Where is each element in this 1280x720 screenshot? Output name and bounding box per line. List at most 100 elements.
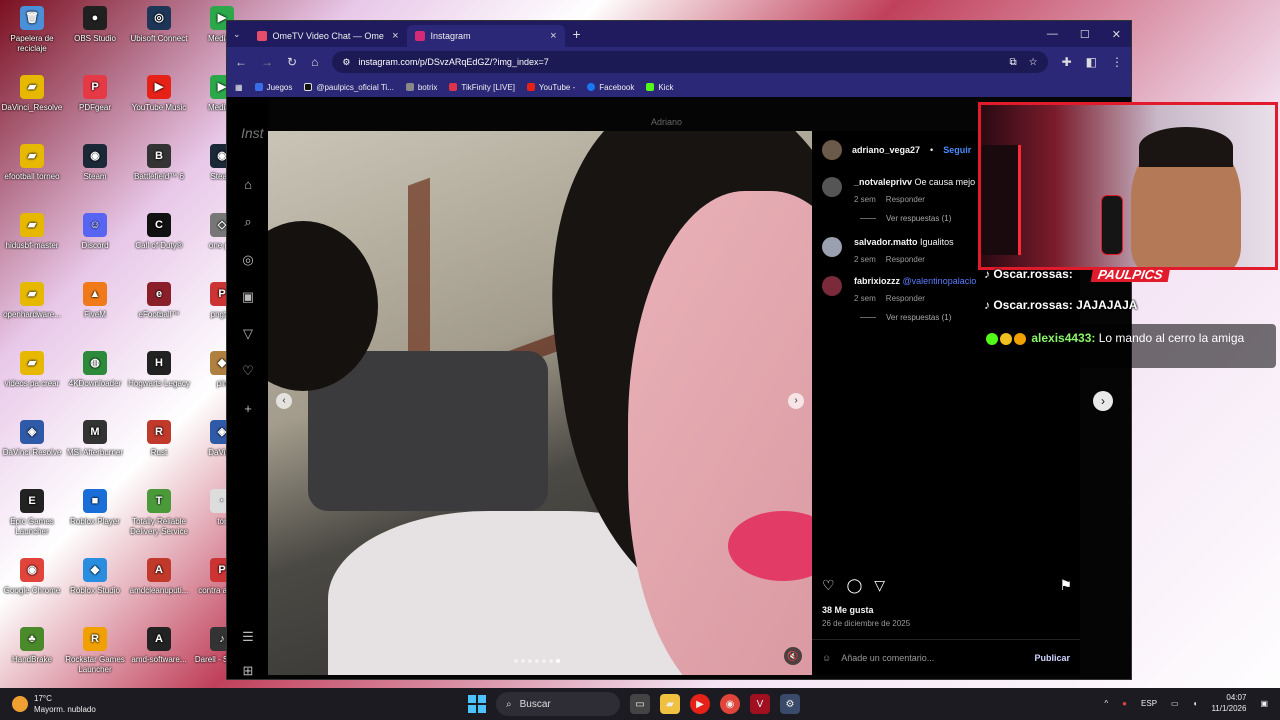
site-info-icon[interactable]: ⚙ (342, 57, 350, 68)
menu-icon[interactable]: ⋮ (1111, 55, 1123, 69)
home-icon[interactable]: ⌂ (240, 177, 256, 193)
desktop-icon[interactable]: B Battlefield™ 6 (127, 144, 191, 182)
author-username[interactable]: adriano_vega27 (852, 145, 920, 155)
desktop-icon[interactable]: ▲ FiveM (63, 282, 127, 320)
address-bar[interactable]: ⚙ instagram.com/p/DSvzARqEdGZ/?img_index… (332, 51, 1048, 73)
explore-icon[interactable]: ◎ (240, 252, 256, 268)
comment-input[interactable]: Añade un comentario... (841, 653, 934, 663)
mute-icon[interactable]: 🔇 (784, 647, 802, 665)
desktop-icon[interactable]: ■ Roblox Player (63, 489, 127, 527)
also-from-meta-icon[interactable]: ⊞ (240, 663, 256, 679)
bookmark-juegos[interactable]: Juegos (254, 83, 292, 92)
comment-username[interactable]: fabrixiozzz (854, 276, 900, 286)
weather-widget[interactable]: 17°C Mayorm. nublado (12, 693, 96, 715)
desktop-icon[interactable]: ♣ HandBrake (0, 627, 64, 665)
maximize-icon[interactable]: ☐ (1080, 28, 1090, 41)
desktop-icon[interactable]: ▶ YouTube Music (127, 75, 191, 113)
volume-icon[interactable]: ◖ (1193, 699, 1198, 708)
notifications-icon[interactable]: ♡ (240, 363, 256, 379)
start-icon[interactable] (468, 695, 486, 713)
taskbar-search[interactable]: ⌕ Buscar (496, 692, 620, 716)
desktop-icon[interactable]: ◎ Ubisoft Connect (127, 6, 191, 44)
settings-icon[interactable]: ⚙ (780, 694, 800, 714)
desktop-icon[interactable]: e eFootball™ (127, 282, 191, 320)
next-post-icon[interactable]: › (1093, 391, 1113, 411)
carousel-next-icon[interactable]: › (788, 393, 804, 409)
bookmark-paulpics[interactable]: @paulpics_oficial Ti... (304, 83, 394, 92)
share-icon[interactable]: ▽ (874, 577, 885, 594)
desktop-icon[interactable]: ▰ hidusbf-master (0, 213, 64, 251)
likes-count[interactable]: 38 Me gusta (822, 605, 874, 615)
desktop-icon[interactable]: ◆ Roblox Studio (63, 558, 127, 596)
save-icon[interactable]: ⚑ (1059, 577, 1072, 594)
follow-button[interactable]: Seguir (943, 145, 971, 155)
more-menu-icon[interactable]: ☰ (240, 629, 256, 645)
task-view-icon[interactable]: ▭ (630, 694, 650, 714)
home-icon[interactable]: ⌂ (311, 55, 318, 69)
desktop-icon[interactable]: ▰ DaVinci_Resolve (0, 75, 64, 113)
desktop-icon[interactable]: ● OBS Studio (63, 6, 127, 44)
tab-ometv[interactable]: OmeTV Video Chat — Ome × (249, 25, 407, 47)
reload-icon[interactable]: ↻ (287, 55, 297, 69)
close-tab-icon[interactable]: × (550, 30, 556, 42)
language-indicator[interactable]: ESP (1141, 699, 1157, 708)
desktop-icon[interactable]: E Epic Games Launcher (0, 489, 64, 537)
install-app-icon[interactable]: ⧉ (1009, 57, 1016, 68)
clock[interactable]: 04:07 11/1/2026 (1211, 692, 1246, 714)
post-image[interactable]: ‹ › 🔇 (268, 131, 812, 675)
file-explorer-icon[interactable]: ▰ (660, 694, 680, 714)
reels-icon[interactable]: ▣ (240, 289, 256, 305)
bookmark-star-icon[interactable]: ☆ (1029, 57, 1038, 68)
minimize-icon[interactable]: — (1047, 28, 1058, 41)
commenter-avatar[interactable] (822, 237, 842, 257)
desktop-icon[interactable]: R Rust (127, 420, 191, 458)
desktop-icon[interactable]: Aamd-software... (127, 627, 191, 665)
messages-icon[interactable]: ▽ (240, 326, 256, 342)
desktop-icon[interactable]: ▰ openhardware... (0, 282, 64, 320)
desktop-icon[interactable]: ◉ Google Chrome (0, 558, 64, 596)
reply-button[interactable]: Responder (886, 195, 925, 204)
desktop-icon[interactable]: ◈ DaVinci Resolve (0, 420, 64, 458)
comment-icon[interactable]: ◯ (847, 577, 863, 594)
back-icon[interactable]: ← (235, 55, 247, 69)
desktop-icon[interactable]: C Call of Duty® (127, 213, 191, 251)
instagram-logo[interactable]: Inst (241, 125, 264, 141)
close-window-icon[interactable]: ✕ (1112, 28, 1121, 41)
desktop-icon[interactable]: M MSI Afterburner (63, 420, 127, 458)
desktop-icon[interactable]: ◍ 4KDownloader (63, 351, 127, 389)
commenter-avatar[interactable] (822, 276, 842, 296)
bookmark-botrix[interactable]: botrix (405, 83, 437, 92)
profile-icon[interactable]: ◧ (1086, 55, 1097, 69)
desktop-icon[interactable]: ▰ efootball torneo (0, 144, 64, 182)
emoji-icon[interactable]: ☺ (822, 653, 831, 663)
desktop-icon[interactable]: 🗑 Papelera de reciclaje (0, 6, 64, 54)
commenter-avatar[interactable] (822, 177, 842, 197)
desktop-icon[interactable]: ☺ Discord (63, 213, 127, 251)
publish-button[interactable]: Publicar (1034, 653, 1070, 663)
bookmark-tikfinity[interactable]: TikFinity [LIVE] (449, 83, 515, 92)
new-tab-icon[interactable]: + (573, 26, 581, 42)
author-avatar[interactable] (822, 140, 842, 160)
bookmark-youtube[interactable]: YouTube - (526, 83, 575, 92)
close-tab-icon[interactable]: × (392, 30, 398, 42)
desktop-icon[interactable]: R Rockstar Games Launcher (63, 627, 127, 675)
youtube-music-icon[interactable]: ▶ (690, 694, 710, 714)
microphone-icon[interactable]: ● (1122, 699, 1127, 708)
desktop-icon[interactable]: ◉ Steam (63, 144, 127, 182)
desktop-icon[interactable]: P PDFgear (63, 75, 127, 113)
extensions-icon[interactable]: ✚ (1062, 55, 1072, 69)
voicemeeter-icon[interactable]: V (750, 694, 770, 714)
comment-username[interactable]: salvador.matto (854, 237, 918, 247)
bookmark-facebook[interactable]: Facebook (587, 83, 634, 92)
search-icon[interactable]: ⌕ (240, 214, 256, 230)
tab-instagram[interactable]: Instagram × (406, 25, 565, 47)
desktop-icon[interactable]: Aamdcleanuputi... (127, 558, 191, 596)
network-icon[interactable]: ▭ (1171, 699, 1179, 708)
bookmark-kick[interactable]: Kick (646, 83, 674, 92)
like-icon[interactable]: ♡ (822, 577, 835, 594)
comment-mention[interactable]: @valentinopalacio (903, 276, 977, 286)
desktop-icon[interactable]: T Totally Reliable Delivery Service (127, 489, 191, 537)
reply-button[interactable]: Responder (886, 255, 925, 264)
reply-button[interactable]: Responder (886, 294, 925, 303)
desktop-icon[interactable]: H Hogwarts Legacy (127, 351, 191, 389)
